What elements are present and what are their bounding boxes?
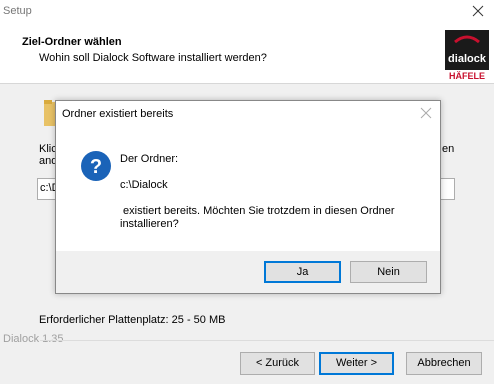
title-bar: Setup xyxy=(0,0,494,24)
instruction-text-partial-right: en xyxy=(442,143,455,155)
back-button[interactable]: < Zurück xyxy=(240,352,315,375)
cancel-button[interactable]: Abbrechen xyxy=(406,352,482,375)
page-subtitle: Wohin soll Dialock Software installiert … xyxy=(39,52,267,64)
svg-text:dialock: dialock xyxy=(448,53,487,65)
dialock-logo: dialock HÄFELE xyxy=(445,28,489,82)
close-icon[interactable] xyxy=(470,3,486,19)
question-icon: ? xyxy=(81,151,111,181)
dialog-message-line1: Der Ordner: xyxy=(120,153,179,165)
close-icon[interactable] xyxy=(420,107,432,119)
disk-space-label: Erforderlicher Plattenplatz: 25 - 50 MB xyxy=(39,314,226,326)
dialog-title: Ordner existiert bereits xyxy=(62,108,174,120)
dialog-button-bar: Ja Nein xyxy=(56,251,440,293)
dialog-message-line3: existiert bereits. Möchten Sie trotzdem … xyxy=(120,205,395,217)
page-title: Ziel-Ordner wählen xyxy=(22,36,122,48)
next-button[interactable]: Weiter > xyxy=(319,352,394,375)
window-title: Setup xyxy=(3,5,32,17)
wizard-footer: Dialock 1.35 < Zurück Weiter > Abbrechen xyxy=(0,330,494,384)
dialog-folder-path: c:\Dialock xyxy=(120,179,168,191)
yes-button[interactable]: Ja xyxy=(264,261,341,283)
dialog-message-line4: installieren? xyxy=(120,218,179,230)
folder-exists-dialog: Ordner existiert bereits ? Der Ordner: c… xyxy=(55,100,441,294)
footer-divider xyxy=(40,340,494,341)
wizard-header: Ziel-Ordner wählen Wohin soll Dialock So… xyxy=(0,24,494,84)
svg-text:HÄFELE: HÄFELE xyxy=(449,71,485,81)
version-label: Dialock 1.35 xyxy=(3,333,64,345)
no-button[interactable]: Nein xyxy=(350,261,427,283)
svg-text:?: ? xyxy=(90,156,102,178)
